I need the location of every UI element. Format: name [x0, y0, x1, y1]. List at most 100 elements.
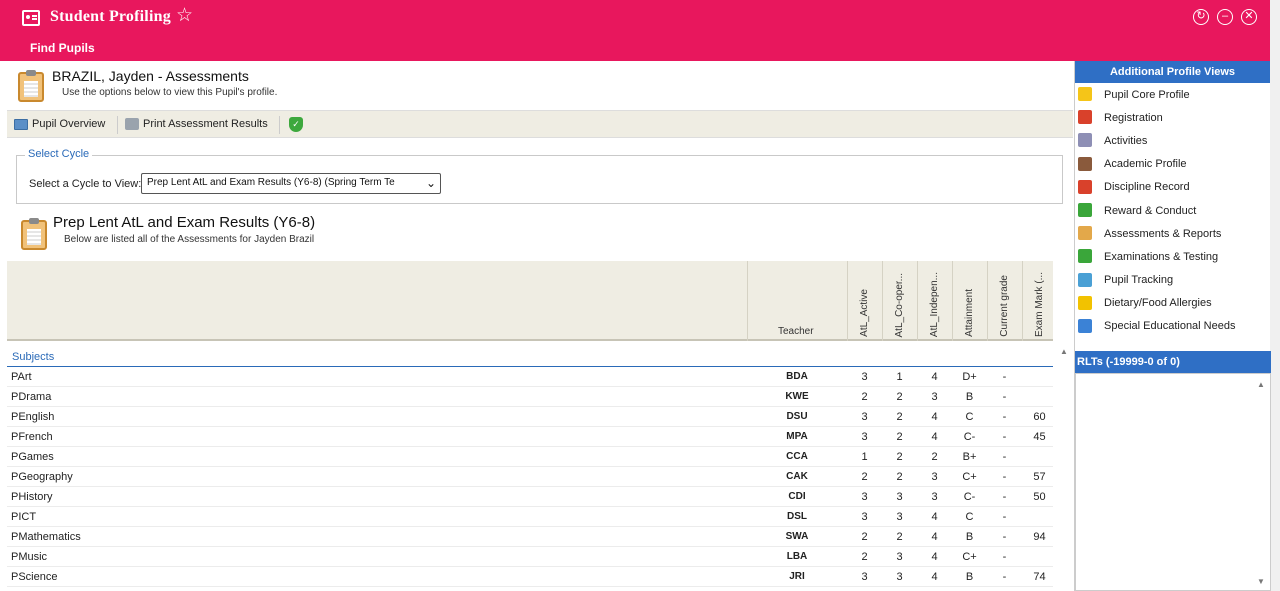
- subject-cell: PGames: [11, 451, 54, 463]
- table-row[interactable]: PMathematics SWA 2 2 4 B - 94: [7, 527, 1053, 547]
- assessment-cell: 3: [861, 491, 868, 503]
- assessment-cell: -: [1002, 471, 1007, 483]
- table-scrollbar[interactable]: ▲: [1055, 343, 1073, 591]
- assessment-cell: 3: [861, 571, 868, 583]
- assessment-cell: 3: [896, 551, 903, 563]
- subject-cell: PArt: [11, 371, 32, 383]
- teacher-cell: DSU: [786, 411, 808, 422]
- subject-cell: PScience: [11, 571, 58, 583]
- pupil-overview-label: Pupil Overview: [32, 118, 106, 130]
- assessment-cell: 3: [861, 511, 868, 523]
- toolbar-divider: [279, 116, 280, 134]
- assessment-cell: -: [1002, 491, 1007, 503]
- additional-profile-views-panel: Additional Profile Views Pupil Core Prof…: [1074, 61, 1271, 591]
- table-row[interactable]: PGeography CAK 2 2 3 C+ - 57: [7, 467, 1053, 487]
- profile-view-item[interactable]: Dietary/Food Allergies: [1075, 292, 1270, 315]
- column-header-atl-cooperation[interactable]: AtL_Co-oper...: [882, 261, 917, 341]
- scroll-up-icon[interactable]: ▲: [1257, 380, 1265, 389]
- profile-view-label: Activities: [1104, 134, 1148, 147]
- assessment-cell: D+: [962, 371, 977, 383]
- assessment-cell: B: [965, 531, 974, 543]
- check-icon: [1078, 202, 1092, 217]
- assessment-cell: -: [1002, 511, 1007, 523]
- table-row[interactable]: PArt BDA 3 1 4 D+ -: [7, 367, 1053, 387]
- table-row[interactable]: PFrench MPA 3 2 4 C- - 45: [7, 427, 1053, 447]
- assessment-cell: 2: [896, 471, 903, 483]
- toolbar-divider: [117, 116, 118, 134]
- profile-view-item[interactable]: Registration: [1075, 106, 1270, 129]
- table-row[interactable]: PMusic LBA 2 3 4 C+ -: [7, 547, 1053, 567]
- column-header-atl-active[interactable]: AtL_Active: [847, 261, 882, 341]
- refresh-button[interactable]: ↻: [1193, 9, 1209, 25]
- assessment-cell: 2: [896, 411, 903, 423]
- masks-icon: [1078, 133, 1092, 148]
- scroll-down-icon[interactable]: ▼: [1257, 577, 1265, 586]
- assessment-cell: C: [965, 511, 974, 523]
- shield-icon[interactable]: ✓: [289, 117, 303, 132]
- column-header-atl-independence[interactable]: AtL_Indepen...: [917, 261, 952, 341]
- favorite-star-icon[interactable]: ☆: [176, 6, 193, 25]
- column-header-current-grade[interactable]: Current grade: [987, 261, 1022, 341]
- print-assessment-button[interactable]: Print Assessment Results: [125, 118, 268, 130]
- assessment-cell: 3: [931, 471, 938, 483]
- assessment-cell: 60: [1033, 411, 1046, 423]
- column-header-exam-mark[interactable]: Exam Mark (...: [1022, 261, 1057, 341]
- teacher-cell: DSL: [787, 511, 807, 522]
- assessment-cell: 2: [896, 391, 903, 403]
- assessment-cell: 4: [931, 371, 938, 383]
- assessment-cell: -: [1002, 551, 1007, 563]
- profile-view-item[interactable]: Discipline Record: [1075, 176, 1270, 199]
- table-row[interactable]: PGames CCA 1 2 2 B+ -: [7, 447, 1053, 467]
- profile-view-item[interactable]: Pupil Tracking: [1075, 269, 1270, 292]
- subject-cell: PHistory: [11, 491, 53, 503]
- teacher-cell: CAK: [786, 471, 808, 482]
- profile-view-item[interactable]: Reward & Conduct: [1075, 199, 1270, 222]
- assessment-cell: C+: [962, 551, 977, 563]
- profile-view-item[interactable]: Activities: [1075, 129, 1270, 152]
- table-row[interactable]: PScience JRI 3 3 4 B - 74: [7, 567, 1053, 587]
- pupil-overview-button[interactable]: Pupil Overview: [14, 118, 105, 130]
- clipboard-icon: [1078, 226, 1092, 241]
- star-icon: [1078, 87, 1092, 101]
- profile-view-label: Discipline Record: [1104, 181, 1190, 194]
- cycle-select[interactable]: Prep Lent AtL and Exam Results (Y6-8) (S…: [141, 173, 441, 194]
- exam-icon: [1078, 249, 1092, 264]
- profile-view-item[interactable]: Special Educational Needs: [1075, 315, 1270, 338]
- profile-view-item[interactable]: Pupil Core Profile: [1075, 83, 1270, 106]
- profile-view-item[interactable]: Assessments & Reports: [1075, 222, 1270, 245]
- table-row[interactable]: PEnglish DSU 3 2 4 C - 60: [7, 407, 1053, 427]
- table-row[interactable]: PDrama KWE 2 2 3 B -: [7, 387, 1053, 407]
- printer-icon: [125, 118, 139, 130]
- window-scrollbar[interactable]: [1270, 0, 1280, 591]
- column-header-attainment[interactable]: Attainment: [952, 261, 987, 341]
- column-header-teacher[interactable]: Teacher: [747, 261, 847, 341]
- print-assessment-label: Print Assessment Results: [143, 118, 268, 130]
- teacher-cell: BDA: [786, 371, 808, 382]
- assessment-cell: 4: [931, 411, 938, 423]
- profile-view-item[interactable]: Examinations & Testing: [1075, 245, 1270, 268]
- main-content: BRAZIL, Jayden - Assessments Use the opt…: [7, 61, 1073, 591]
- minimize-button[interactable]: –: [1217, 9, 1233, 25]
- clipboard-icon: [21, 218, 47, 250]
- profile-view-item[interactable]: Academic Profile: [1075, 153, 1270, 176]
- assessment-cell: 1: [861, 451, 868, 463]
- assessment-cell: 74: [1033, 571, 1046, 583]
- assessment-cell: 4: [931, 571, 938, 583]
- assessment-cell: 3: [861, 431, 868, 443]
- table-row[interactable]: PICT DSL 3 3 4 C -: [7, 507, 1053, 527]
- assessment-cell: -: [1002, 391, 1007, 403]
- subjects-group-label: Subjects: [12, 351, 55, 363]
- close-button[interactable]: ✕: [1241, 9, 1257, 25]
- assessment-cell: C-: [963, 491, 976, 503]
- assessment-cell: 2: [861, 471, 868, 483]
- assessment-cell: 2: [896, 451, 903, 463]
- profile-view-label: Academic Profile: [1104, 158, 1187, 171]
- find-pupils-link[interactable]: Find Pupils: [30, 41, 95, 55]
- teacher-cell: CCA: [786, 451, 808, 462]
- subject-cell: PEnglish: [11, 411, 55, 423]
- scroll-up-icon[interactable]: ▲: [1060, 347, 1068, 356]
- assessment-cell: 1: [896, 371, 903, 383]
- profile-view-label: Special Educational Needs: [1104, 320, 1236, 333]
- table-row[interactable]: PHistory CDI 3 3 3 C- - 50: [7, 487, 1053, 507]
- rlts-scrollbar[interactable]: ▲ ▼: [1252, 374, 1270, 590]
